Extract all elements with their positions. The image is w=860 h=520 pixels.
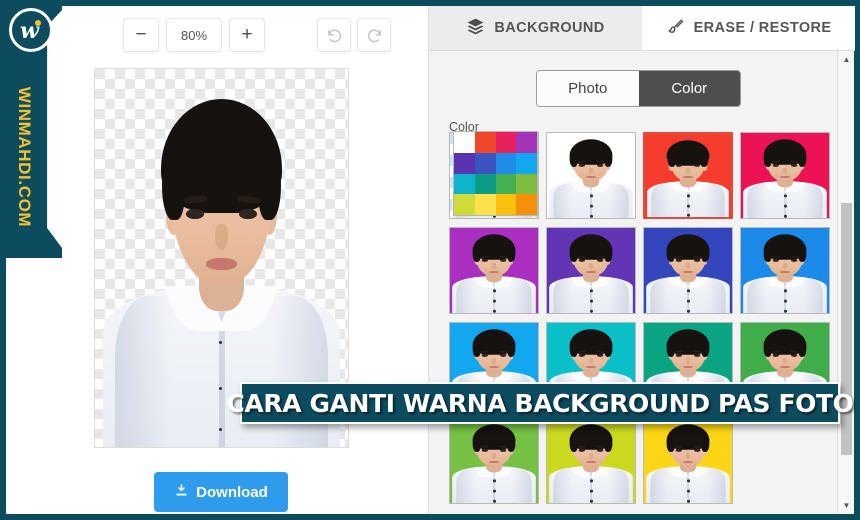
background-panel: BACKGROUND ERASE / RESTORE Photo Color C…	[428, 6, 855, 514]
palette-swatch-4[interactable]	[454, 152, 475, 174]
palette-swatch-12[interactable]	[454, 194, 475, 215]
redo-button[interactable]	[357, 18, 391, 52]
palette-swatch-5[interactable]	[474, 152, 496, 174]
color-palette-grid	[453, 131, 538, 216]
tab-background-label: BACKGROUND	[494, 20, 605, 36]
download-icon	[174, 483, 189, 502]
tab-erase-restore-label: ERASE / RESTORE	[693, 20, 832, 36]
palette-swatch-1[interactable]	[474, 132, 496, 153]
palette-swatch-2[interactable]	[495, 132, 517, 153]
panel-scrollbar[interactable]: ▲ ▼	[837, 51, 854, 514]
panel-tab-bar: BACKGROUND ERASE / RESTORE	[429, 6, 855, 51]
plus-icon: +	[241, 24, 253, 45]
thumbnail-portrait	[741, 133, 829, 218]
thumbnail-portrait	[644, 418, 732, 503]
brand-site-text: WINMAHDI.COM	[0, 62, 48, 252]
overlay-banner-text: CARA GANTI WARNA BACKGROUND PAS FOTO	[226, 388, 854, 418]
tab-background[interactable]: BACKGROUND	[429, 6, 642, 50]
palette-swatch-3[interactable]	[516, 132, 537, 153]
layers-icon	[466, 17, 485, 40]
mode-option-color[interactable]: Color	[638, 71, 740, 106]
palette-swatch-13[interactable]	[474, 194, 496, 215]
scroll-up-arrow[interactable]: ▲	[838, 51, 855, 68]
download-label: Download	[196, 483, 268, 501]
scroll-down-icon: ▼	[842, 501, 851, 510]
zoom-level-value: 80%	[180, 27, 208, 43]
background-thumbnail-magenta[interactable]	[449, 227, 539, 314]
thumbnail-portrait	[547, 133, 635, 218]
background-thumbnail-purple[interactable]	[546, 227, 636, 314]
brand-logo: w	[9, 8, 53, 52]
palette-swatch-8[interactable]	[454, 173, 475, 195]
brand-logo-dot-icon	[35, 20, 41, 26]
thumbnail-portrait	[450, 228, 538, 313]
mode-option-color-label: Color	[671, 80, 708, 97]
frame-border-bottom	[0, 514, 860, 520]
mode-option-photo[interactable]: Photo	[537, 71, 639, 106]
palette-swatch-11[interactable]	[516, 173, 537, 195]
background-thumbnail-yellow-green[interactable]	[546, 417, 636, 504]
redo-icon	[366, 27, 383, 44]
undo-icon	[326, 27, 343, 44]
frame-border-right	[854, 0, 860, 520]
undo-button[interactable]	[317, 18, 351, 52]
tab-erase-restore[interactable]: ERASE / RESTORE	[642, 6, 855, 50]
palette-swatch-10[interactable]	[495, 173, 517, 195]
editor-pane: − 80% + Download	[6, 6, 428, 514]
background-thumbnail-blue[interactable]	[740, 227, 830, 314]
app-root: − 80% + Download BACKGROUND ERASE / REST…	[0, 0, 860, 520]
background-mode-toggle: Photo Color	[536, 70, 741, 107]
palette-swatch-15[interactable]	[516, 194, 537, 215]
download-button[interactable]: Download	[154, 472, 288, 512]
thumbnail-portrait	[450, 418, 538, 503]
background-thumbnail-white[interactable]	[546, 132, 636, 219]
thumbnail-portrait	[645, 134, 731, 217]
background-thumbnail-light-green[interactable]	[449, 417, 539, 504]
brand-site-label: WINMAHDI.COM	[15, 86, 35, 228]
scroll-up-icon: ▲	[842, 55, 851, 64]
zoom-in-button[interactable]: +	[229, 18, 265, 52]
palette-swatch-7[interactable]	[516, 152, 537, 174]
thumbnail-portrait	[644, 228, 732, 313]
background-thumbnail-red[interactable]	[643, 132, 733, 219]
background-thumbnail-royal-blue[interactable]	[643, 227, 733, 314]
background-thumbnail-yellow[interactable]	[643, 417, 733, 504]
palette-swatch-0[interactable]	[454, 132, 475, 153]
mode-option-photo-label: Photo	[568, 80, 608, 97]
thumbnail-portrait	[547, 228, 635, 313]
zoom-level-display[interactable]: 80%	[166, 18, 222, 52]
overlay-banner: CARA GANTI WARNA BACKGROUND PAS FOTO	[226, 382, 854, 424]
palette-swatch-9[interactable]	[474, 173, 496, 195]
zoom-toolbar: − 80% +	[6, 10, 428, 58]
palette-swatch-6[interactable]	[495, 152, 517, 174]
thumbnail-portrait	[547, 418, 635, 503]
scroll-down-arrow[interactable]: ▼	[838, 497, 855, 514]
palette-swatch-14[interactable]	[495, 194, 517, 215]
minus-icon: −	[135, 24, 147, 45]
thumbnail-portrait	[741, 228, 829, 313]
brush-icon	[666, 17, 685, 40]
zoom-out-button[interactable]: −	[123, 18, 159, 52]
background-thumbnail-crimson[interactable]	[740, 132, 830, 219]
